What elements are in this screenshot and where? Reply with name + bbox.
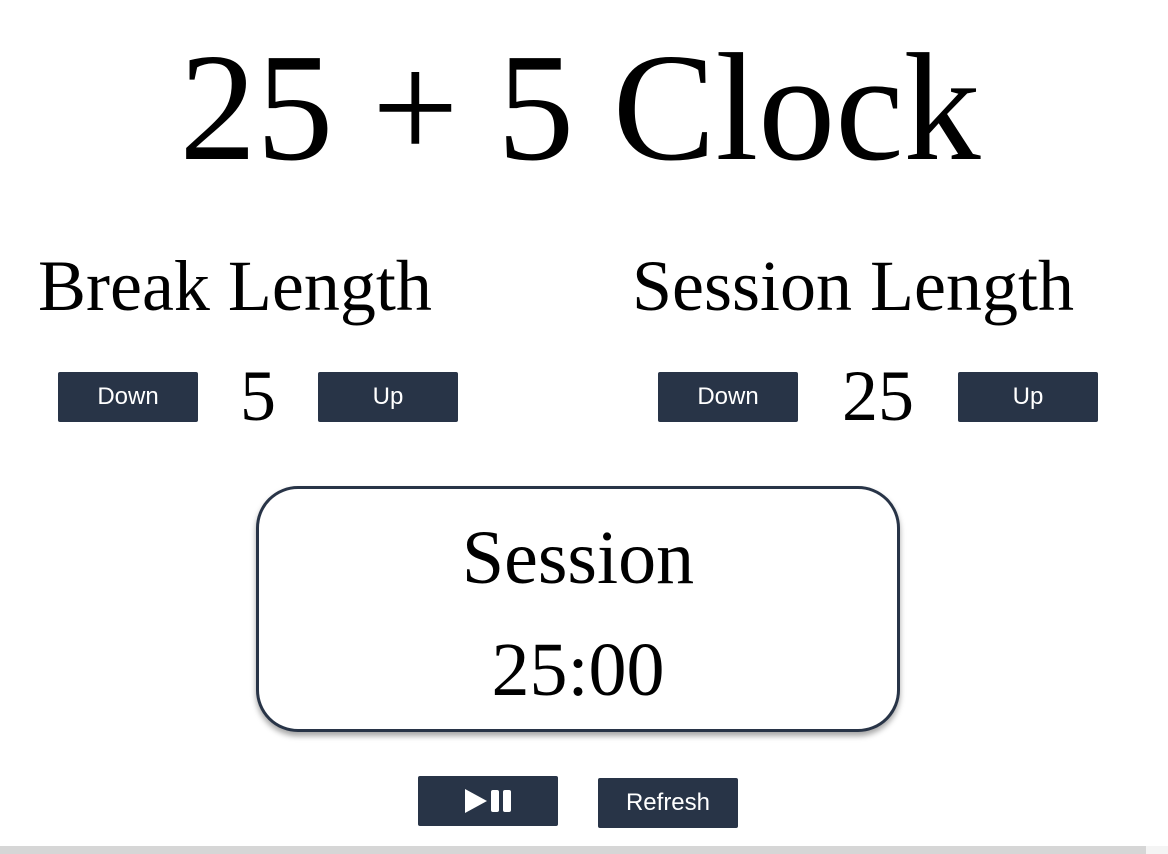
page-title: 25 + 5 Clock [179,23,981,193]
pause-icon [491,790,511,812]
clock-app: 25 + 5 Clock Break Length Session Length… [0,0,1168,854]
reset-button[interactable]: Refresh [598,778,738,828]
play-icon [465,789,487,813]
break-length-value: 5 [240,356,276,436]
break-length-label: Break Length [38,246,432,326]
break-decrement-button[interactable]: Down [58,372,198,422]
session-length-label: Session Length [632,246,1074,326]
time-left: 25:00 [491,628,665,712]
timer-display: Session 25:00 [256,486,900,732]
timer-label: Session [461,516,695,600]
start-stop-button[interactable] [418,776,558,826]
session-increment-button[interactable]: Up [958,372,1098,422]
scrollbar-corner [1146,846,1168,854]
break-increment-button[interactable]: Up [318,372,458,422]
play-pause-icon [465,776,511,826]
session-decrement-button[interactable]: Down [658,372,798,422]
horizontal-scrollbar[interactable] [0,846,1146,854]
session-length-value: 25 [842,356,914,436]
